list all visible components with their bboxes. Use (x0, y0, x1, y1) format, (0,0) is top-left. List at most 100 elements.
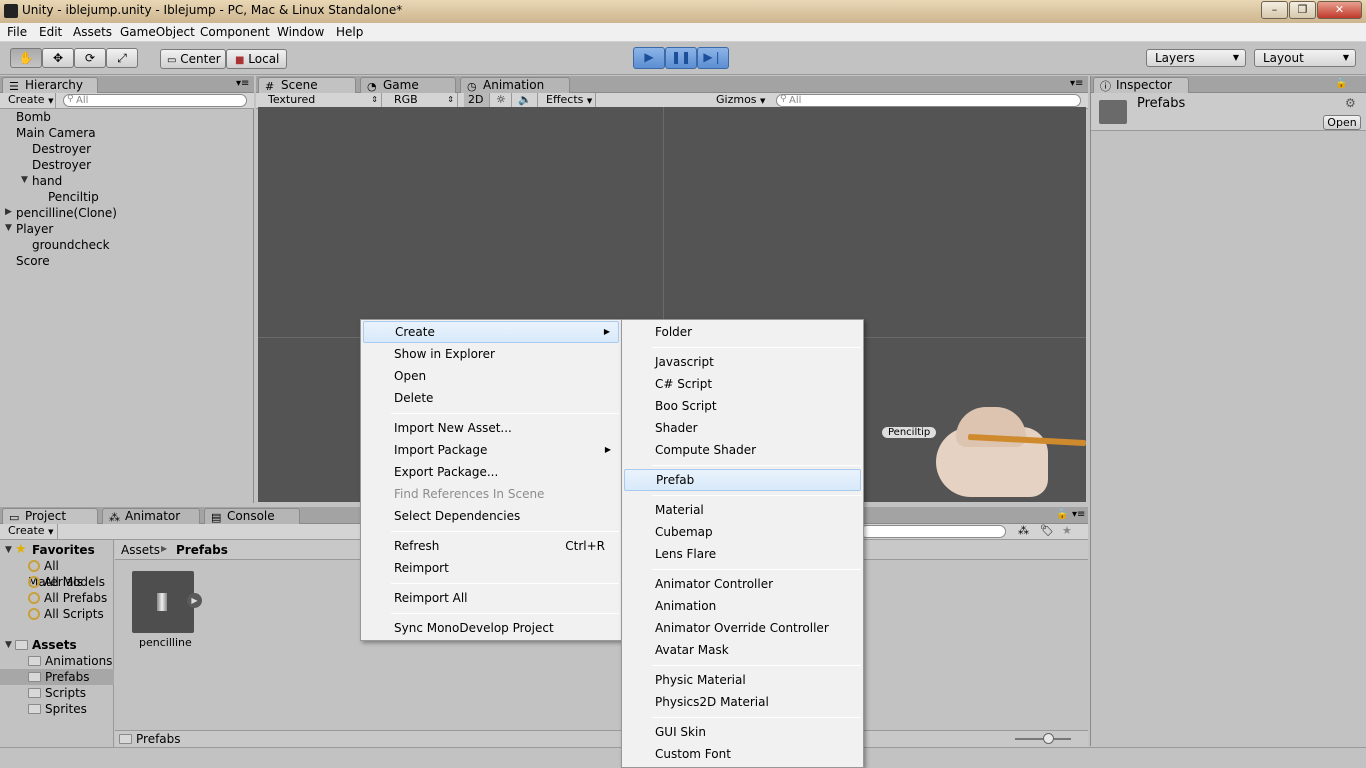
tab-animation[interactable]: ◷ Animation (460, 77, 570, 93)
menu-help[interactable]: Help (336, 25, 363, 39)
minimize-icon[interactable]: – (1261, 1, 1288, 19)
hand-sprite[interactable] (926, 407, 1087, 502)
tab-inspector[interactable]: ⓘ Inspector (1093, 77, 1189, 93)
submenu-item-javascript[interactable]: Javascript (624, 351, 861, 373)
favorites-header[interactable]: Favorites (32, 542, 95, 558)
tab-hierarchy[interactable]: ☰ Hierarchy (2, 77, 98, 93)
scene-search-input[interactable]: ⚲ All (776, 94, 1081, 107)
space-local-button[interactable]: ■ Local (226, 49, 287, 69)
panel-options-icon[interactable]: ▾≡ (236, 78, 249, 89)
tab-project[interactable]: ▭ Project (2, 508, 98, 524)
submenu-item-physics2d-material[interactable]: Physics2D Material (624, 691, 861, 713)
folder-prefabs[interactable]: Prefabs (0, 669, 114, 685)
expand-arrow-icon[interactable]: ▼ (5, 223, 12, 233)
tab-animator[interactable]: ⁂ Animator (102, 508, 200, 524)
maximize-icon[interactable]: ❐ (1289, 1, 1316, 19)
hand-tool-icon[interactable]: ✋ (10, 48, 42, 68)
menu-assets[interactable]: Assets (73, 25, 112, 39)
tree-item-player[interactable]: Player (16, 221, 53, 237)
gear-icon[interactable]: ⚙ (1345, 96, 1356, 110)
shading-dropdown[interactable]: Textured ⇕ (264, 93, 382, 108)
tag-icon[interactable]: 🏷 (1040, 524, 1054, 537)
menu-file[interactable]: File (7, 25, 27, 39)
tree-item-main-camera[interactable]: Main Camera (16, 125, 96, 141)
favorite-all-models[interactable]: All Models (28, 574, 105, 590)
submenu-item-csharp-script[interactable]: C# Script (624, 373, 861, 395)
lock-icon[interactable]: 🔒 (1335, 78, 1347, 89)
tree-item-groundcheck[interactable]: groundcheck (32, 237, 110, 253)
tree-item-bomb[interactable]: Bomb (16, 109, 51, 125)
submenu-item-shader[interactable]: Shader (624, 417, 861, 439)
submenu-item-animation[interactable]: Animation (624, 595, 861, 617)
favorite-all-prefabs[interactable]: All Prefabs (28, 590, 107, 606)
submenu-item-animator-controller[interactable]: Animator Controller (624, 573, 861, 595)
submenu-item-prefab[interactable]: Prefab (624, 469, 861, 491)
menu-item-import-new-asset[interactable]: Import New Asset... (363, 417, 619, 439)
play-button[interactable]: ▶ (633, 47, 665, 69)
filter-type-icon[interactable]: ⁂ (1018, 524, 1029, 537)
favorite-all-materials[interactable]: All Materials (28, 558, 113, 589)
tab-game[interactable]: ◔ Game (360, 77, 456, 93)
assets-header[interactable]: Assets (32, 637, 77, 653)
lock-icon[interactable]: 🔒 (1056, 509, 1068, 520)
folder-scripts[interactable]: Scripts (28, 685, 86, 701)
menu-item-refresh[interactable]: Refresh Ctrl+R (363, 535, 619, 557)
menu-gameobject[interactable]: GameObject (120, 25, 195, 39)
tab-console[interactable]: ▤ Console (204, 508, 300, 524)
submenu-item-lens-flare[interactable]: Lens Flare (624, 543, 861, 565)
submenu-item-cubemap[interactable]: Cubemap (624, 521, 861, 543)
menu-item-show-in-explorer[interactable]: Show in Explorer (363, 343, 619, 365)
submenu-item-animator-override-controller[interactable]: Animator Override Controller (624, 617, 861, 639)
rotate-tool-icon[interactable]: ⟳ (74, 48, 106, 68)
menu-edit[interactable]: Edit (39, 25, 62, 39)
slider-thumb[interactable] (1043, 733, 1054, 744)
asset-name-pencilline[interactable]: pencilline (139, 636, 192, 649)
submenu-item-gui-skin[interactable]: GUI Skin (624, 721, 861, 743)
asset-thumbnail-pencilline[interactable] (132, 571, 194, 633)
project-search-input[interactable] (860, 525, 1006, 538)
folder-sprites[interactable]: Sprites (28, 701, 87, 717)
submenu-item-compute-shader[interactable]: Compute Shader (624, 439, 861, 461)
hierarchy-create-dropdown[interactable]: Create ▼ (4, 93, 56, 108)
tree-item-destroyer[interactable]: Destroyer (32, 141, 91, 157)
expand-arrow-icon[interactable]: ▼ (21, 175, 28, 185)
pause-button[interactable]: ❚❚ (665, 47, 697, 69)
menu-item-delete[interactable]: Delete (363, 387, 619, 409)
submenu-item-boo-script[interactable]: Boo Script (624, 395, 861, 417)
menu-item-export-package[interactable]: Export Package... (363, 461, 619, 483)
scale-tool-icon[interactable]: ⤢ (106, 48, 138, 68)
breadcrumb-prefabs[interactable]: Prefabs (176, 543, 228, 557)
expand-arrow-icon[interactable]: ▼ (5, 545, 12, 555)
effects-dropdown[interactable]: Effects ▼ (542, 93, 596, 108)
panel-options-icon[interactable]: ▾≡ (1070, 78, 1083, 89)
menu-item-create[interactable]: Create ▶ (363, 321, 619, 343)
submenu-item-folder[interactable]: Folder (624, 321, 861, 343)
audio-icon[interactable]: 🔈 (514, 93, 538, 108)
pivot-center-button[interactable]: ▭ Center (160, 49, 226, 69)
menu-item-open[interactable]: Open (363, 365, 619, 387)
favorite-all-scripts[interactable]: All Scripts (28, 606, 104, 622)
zoom-slider[interactable] (1015, 733, 1071, 744)
star-icon[interactable]: ★ (1062, 524, 1072, 537)
tab-scene[interactable]: # Scene (258, 77, 356, 93)
open-button[interactable]: Open (1323, 115, 1361, 130)
2d-toggle[interactable]: 2D (464, 93, 490, 108)
folder-animations[interactable]: Animations (28, 653, 112, 669)
menu-component[interactable]: Component (200, 25, 270, 39)
collapse-arrow-icon[interactable]: ▶ (5, 207, 12, 217)
submenu-item-custom-font[interactable]: Custom Font (624, 743, 861, 765)
menu-item-reimport[interactable]: Reimport (363, 557, 619, 579)
color-mode-dropdown[interactable]: RGB ⇕ (390, 93, 458, 108)
tree-item-destroyer[interactable]: Destroyer (32, 157, 91, 173)
menu-item-select-dependencies[interactable]: Select Dependencies (363, 505, 619, 527)
move-tool-icon[interactable]: ✥ (42, 48, 74, 68)
hierarchy-search-input[interactable]: ⚲ All (63, 94, 247, 107)
close-icon[interactable]: ✕ (1317, 1, 1362, 19)
breadcrumb-assets[interactable]: Assets (121, 543, 160, 557)
light-icon[interactable]: ☼ (492, 93, 512, 108)
layers-dropdown[interactable]: Layers ▼ (1146, 49, 1246, 67)
tree-item-score[interactable]: Score (16, 253, 50, 269)
menu-window[interactable]: Window (277, 25, 324, 39)
layout-dropdown[interactable]: Layout ▼ (1254, 49, 1356, 67)
play-icon[interactable]: ▶ (187, 593, 202, 608)
